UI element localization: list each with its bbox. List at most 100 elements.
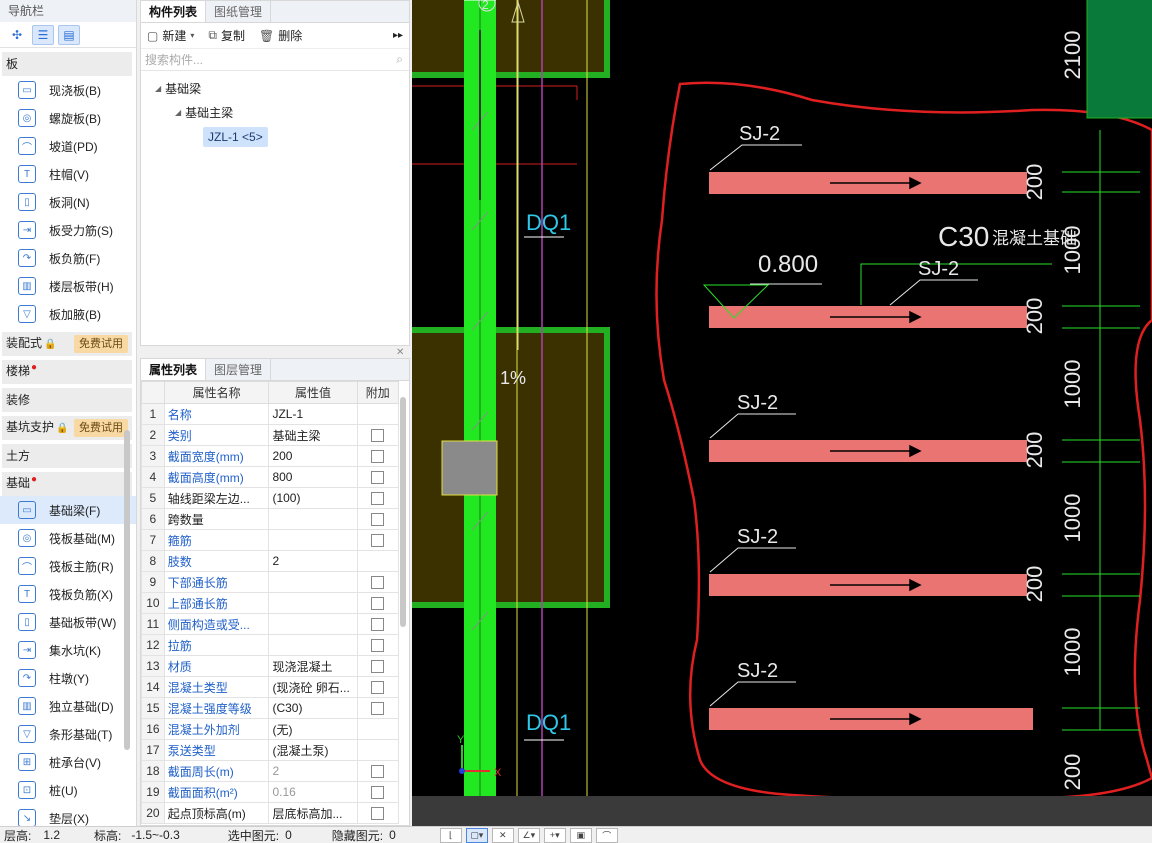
tree-node-jzl-1[interactable]: JZL-1 <5> [203, 127, 268, 147]
property-row[interactable]: 10 上部通长筋 [141, 592, 400, 614]
property-value[interactable]: (现浇砼 卵石... [268, 676, 358, 698]
tree-node-root[interactable]: ◢ 基础梁 [141, 77, 409, 101]
property-value[interactable]: 800 [268, 466, 358, 488]
property-row[interactable]: 20 起点顶标高(m) 层底标高加... [141, 802, 400, 824]
property-row[interactable]: 4 截面高度(mm) 800 [141, 466, 400, 488]
drawing-canvas[interactable]: SJ-2 SJ-2 SJ-2 SJ-2 SJ-2 DQ1 DQ1 0.800 C30 混凝土基础 1… [412, 0, 1152, 826]
property-value[interactable]: (混凝土泵) [268, 739, 358, 761]
property-value[interactable] [268, 529, 358, 551]
property-value[interactable]: 层底标高加... [268, 802, 358, 824]
delete-button[interactable]: 🗑 删除 [259, 27, 302, 44]
jichu-item[interactable]: ⇥ 集水坑(K) [0, 636, 136, 664]
nav-cat-zhuangxiu[interactable]: 装修 [2, 388, 132, 412]
free-trial-badge[interactable]: 免费试用 [74, 419, 128, 437]
property-row[interactable]: 12 拉筋 [141, 634, 400, 656]
plus-dim-icon[interactable]: +▾ [543, 827, 566, 843]
nav-cat-jichu[interactable]: 基础● [2, 472, 132, 496]
extra-checkbox[interactable] [371, 429, 385, 443]
property-row[interactable]: 7 箍筋 [141, 529, 400, 551]
ban-item[interactable]: T 柱帽(V) [0, 160, 136, 188]
property-value[interactable]: (100) [268, 487, 358, 509]
detail-view-icon[interactable]: ▤ [58, 24, 80, 45]
property-row[interactable]: 13 材质 现浇混凝土 [141, 655, 400, 677]
tree-node-child[interactable]: ◢ 基础主梁 [141, 101, 409, 125]
extra-checkbox[interactable] [371, 618, 385, 632]
extra-checkbox[interactable] [371, 639, 385, 653]
ban-item[interactable]: ▽ 板加腋(B) [0, 300, 136, 328]
ban-item[interactable]: ▭ 现浇板(B) [0, 76, 136, 104]
extra-checkbox[interactable] [371, 471, 385, 485]
property-row[interactable]: 16 混凝土外加剂 (无) [141, 718, 400, 740]
extra-checkbox[interactable] [371, 534, 385, 548]
property-scrollbar[interactable] [400, 397, 406, 627]
extra-checkbox[interactable] [371, 702, 385, 716]
property-row[interactable]: 19 截面面积(m²) 0.16 [141, 781, 400, 803]
more-icon[interactable]: ▸▸ [393, 30, 403, 41]
extra-checkbox[interactable] [371, 807, 385, 821]
property-value[interactable]: (C30) [268, 697, 358, 719]
free-trial-badge[interactable]: 免费试用 [74, 335, 128, 353]
tab-drawing-management[interactable]: 图纸管理 [206, 1, 272, 22]
property-value[interactable] [268, 508, 358, 530]
nav-cat-tufang[interactable]: 土方 [2, 444, 132, 468]
jichu-item[interactable]: ⌒ 筏板主筋(R) [0, 552, 136, 580]
extra-checkbox[interactable] [371, 576, 385, 590]
cross-icon[interactable]: ✕ [491, 827, 514, 843]
property-row[interactable]: 8 肢数 2 [141, 550, 400, 572]
component-search-input[interactable]: 搜索构件... ⌕ [141, 49, 409, 71]
property-value[interactable] [268, 634, 358, 656]
ban-item[interactable]: ▥ 楼层板带(H) [0, 272, 136, 300]
extra-checkbox[interactable] [371, 681, 385, 695]
new-button[interactable]: ▢ 新建 ▾ [147, 27, 194, 44]
angle-icon[interactable]: ∠▾ [517, 827, 540, 843]
tab-layer-management[interactable]: 图层管理 [206, 359, 272, 380]
poly-icon[interactable]: ⌒ [595, 827, 618, 843]
jichu-item[interactable]: T 筏板负筋(X) [0, 580, 136, 608]
property-value[interactable]: 2 [268, 550, 358, 572]
property-row[interactable]: 1 名称 JZL-1 [141, 403, 400, 425]
extra-checkbox[interactable] [371, 786, 385, 800]
jichu-item[interactable]: ⊡ 桩(U) [0, 776, 136, 804]
property-row[interactable]: 2 类别 基础主梁 [141, 424, 400, 446]
ban-item[interactable]: ▯ 板洞(N) [0, 188, 136, 216]
property-row[interactable]: 5 轴线距梁左边... (100) [141, 487, 400, 509]
snap-rect-icon[interactable]: ▢▾ [465, 827, 488, 843]
extra-checkbox[interactable] [371, 513, 385, 527]
property-value[interactable]: 200 [268, 445, 358, 467]
ban-item[interactable]: ⌒ 坡道(PD) [0, 132, 136, 160]
tab-component-list[interactable]: 构件列表 [141, 1, 207, 22]
property-value[interactable]: JZL-1 [268, 403, 358, 425]
layer-icon[interactable]: ▣ [569, 827, 592, 843]
ban-item[interactable]: ⇥ 板受力筋(S) [0, 216, 136, 244]
property-row[interactable]: 3 截面宽度(mm) 200 [141, 445, 400, 467]
nav-scrollbar[interactable] [124, 430, 130, 750]
jichu-item[interactable]: ▥ 独立基础(D) [0, 692, 136, 720]
property-row[interactable]: 18 截面周长(m) 2 [141, 760, 400, 782]
extra-checkbox[interactable] [371, 660, 385, 674]
tab-property-list[interactable]: 属性列表 [141, 359, 207, 380]
close-icon[interactable]: ✕ [396, 347, 404, 358]
nav-cat-louti[interactable]: 楼梯● [2, 360, 132, 384]
jichu-item[interactable]: ⊞ 桩承台(V) [0, 748, 136, 776]
property-row[interactable]: 15 混凝土强度等级 (C30) [141, 697, 400, 719]
ortho-icon[interactable]: ⌊ [439, 827, 462, 843]
property-value[interactable] [268, 613, 358, 635]
property-row[interactable]: 11 侧面构造或受... [141, 613, 400, 635]
property-value[interactable] [268, 571, 358, 593]
extra-checkbox[interactable] [371, 765, 385, 779]
list-view-icon[interactable]: ☰ [32, 24, 54, 45]
jichu-item[interactable]: ▽ 条形基础(T) [0, 720, 136, 748]
jichu-item[interactable]: ↷ 柱墩(Y) [0, 664, 136, 692]
property-row[interactable]: 14 混凝土类型 (现浇砼 卵石... [141, 676, 400, 698]
nav-cat-zhuangpeishi[interactable]: 装配式 🔒 免费试用 [2, 332, 132, 356]
copy-button[interactable]: ⧉ 复制 [208, 27, 245, 44]
property-value[interactable]: (无) [268, 718, 358, 740]
nav-cat-jikeng[interactable]: 基坑支护 🔒 免费试用 [2, 416, 132, 440]
property-row[interactable]: 17 泵送类型 (混凝土泵) [141, 739, 400, 761]
jichu-item[interactable]: ▯ 基础板带(W) [0, 608, 136, 636]
property-value[interactable]: 0.16 [268, 781, 358, 803]
jichu-item[interactable]: ▭ 基础梁(F) [0, 496, 136, 524]
extra-checkbox[interactable] [371, 450, 385, 464]
ban-item[interactable]: ↷ 板负筋(F) [0, 244, 136, 272]
property-value[interactable]: 2 [268, 760, 358, 782]
